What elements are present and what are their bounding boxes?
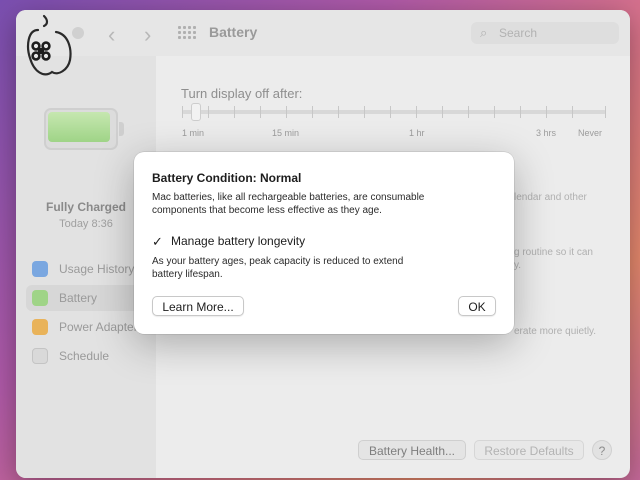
- help-button[interactable]: ?: [592, 440, 612, 460]
- search-placeholder: Search: [499, 26, 538, 40]
- tick-label: 15 min: [272, 128, 300, 138]
- bolt-icon: [32, 319, 48, 335]
- sidebar-item-label: Usage History: [59, 262, 135, 276]
- battery-icon: [32, 290, 48, 306]
- dialog-body-line: Mac batteries, like all rechargeable bat…: [152, 192, 425, 203]
- restore-defaults-button[interactable]: Restore Defaults: [474, 440, 584, 460]
- background-text: lendar and other: [514, 192, 587, 203]
- back-arrow-icon[interactable]: ‹: [108, 22, 115, 48]
- title-bar: ‹ › Battery ⌕ Search: [16, 10, 630, 56]
- tick-label: 1 hr: [409, 128, 425, 138]
- sidebar-item-label: Power Adapter: [59, 320, 138, 334]
- display-off-slider[interactable]: [182, 110, 606, 114]
- background-text: g routine so it can: [514, 247, 593, 258]
- battery-health-button[interactable]: Battery Health...: [358, 440, 466, 460]
- dialog-body-line: components that become less effective as…: [152, 205, 382, 216]
- sidebar-item-label: Schedule: [59, 349, 110, 363]
- dialog-title: Battery Condition: Normal: [152, 171, 302, 185]
- forward-arrow-icon[interactable]: ›: [144, 22, 151, 48]
- search-field[interactable]: ⌕ Search: [471, 22, 619, 44]
- battery-condition-dialog: Battery Condition: Normal Mac batteries,…: [134, 152, 514, 334]
- tick-label: 3 hrs: [536, 128, 557, 138]
- display-off-label: Turn display off after:: [181, 86, 303, 101]
- apple-app-logo: [27, 14, 72, 76]
- show-all-grid-icon[interactable]: [178, 26, 196, 40]
- tick-label: Never: [578, 128, 603, 138]
- manage-longevity-checkbox[interactable]: ✓: [152, 235, 165, 248]
- dialog-note-line: As your battery ages, peak capacity is r…: [152, 256, 404, 267]
- background-text: erate more quietly.: [514, 326, 597, 337]
- manage-longevity-label[interactable]: Manage battery longevity: [171, 234, 305, 248]
- sidebar-item-label: Battery: [59, 291, 98, 305]
- search-icon: ⌕: [480, 25, 488, 40]
- dialog-note-line: battery lifespan.: [152, 269, 223, 280]
- background-text: y.: [514, 260, 522, 271]
- tick-label: 1 min: [182, 128, 205, 138]
- learn-more-button[interactable]: Learn More...: [152, 296, 244, 316]
- battery-level-icon: [44, 108, 124, 150]
- window-title: Battery: [209, 24, 258, 40]
- slider-knob[interactable]: [191, 103, 201, 121]
- chart-icon: [32, 261, 48, 277]
- ok-button[interactable]: OK: [458, 296, 496, 316]
- calendar-icon: [32, 348, 48, 364]
- sidebar-item-schedule[interactable]: Schedule: [26, 343, 156, 369]
